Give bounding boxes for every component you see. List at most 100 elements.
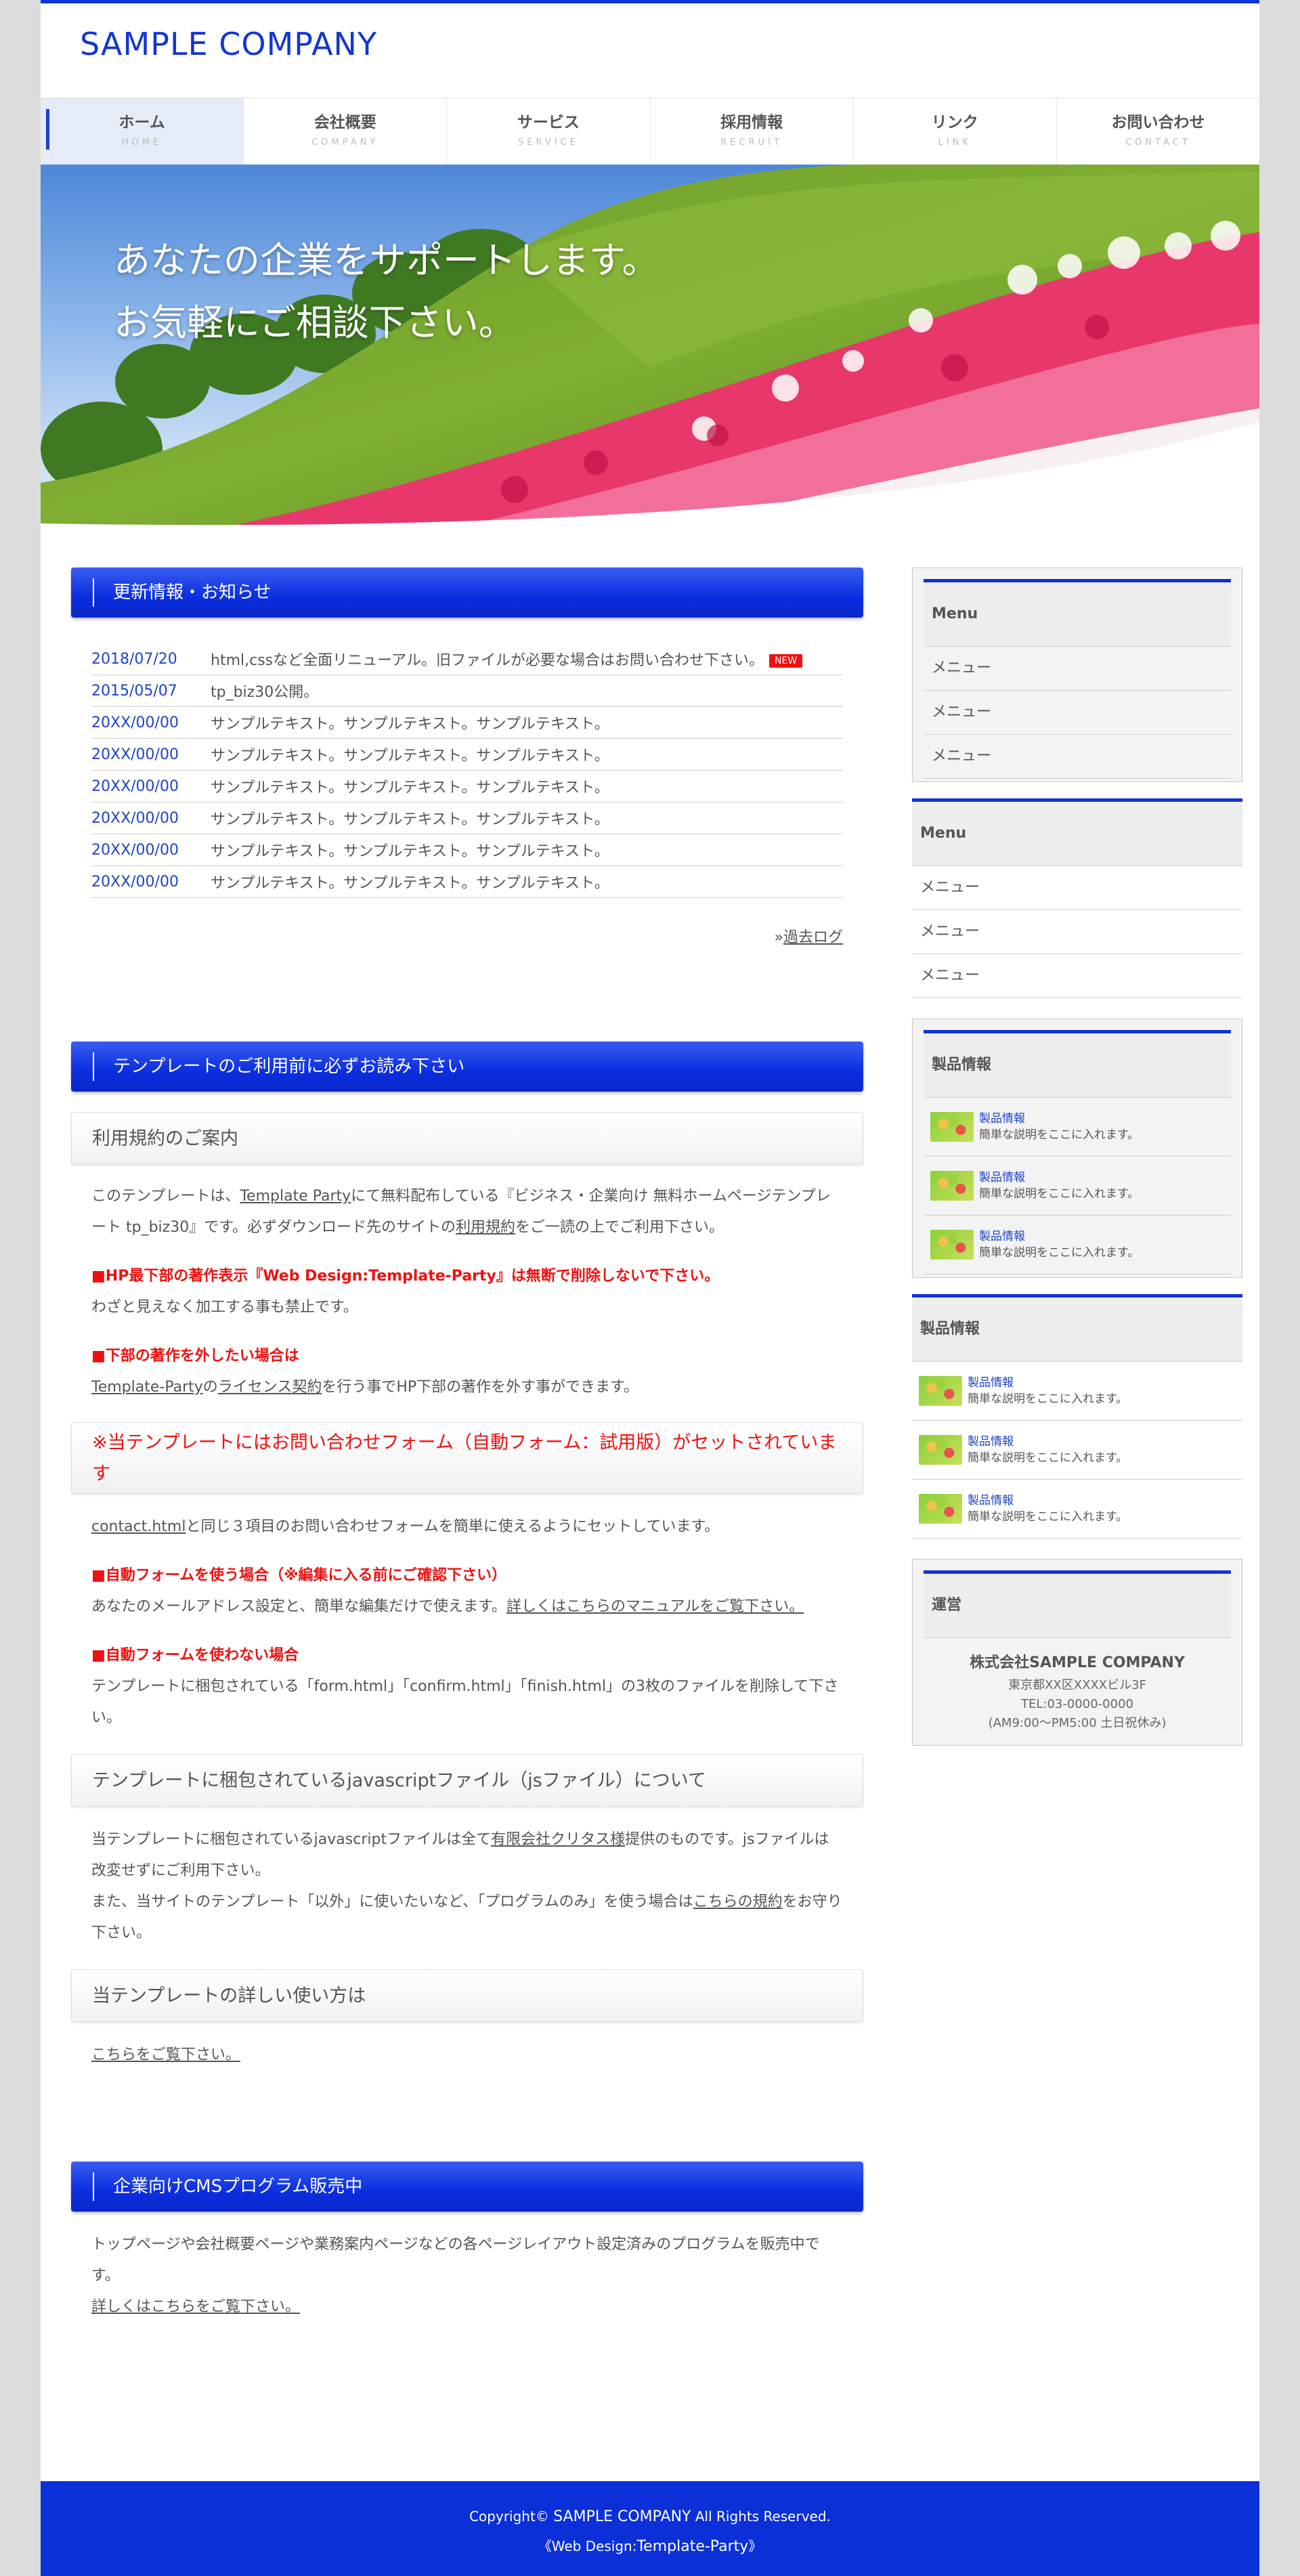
nav-label: サービス (517, 114, 580, 131)
new-badge: NEW (769, 654, 803, 668)
product-desc: 簡単な説明をここに入れます。 (979, 1128, 1140, 1142)
news-date: 20XX/00/00 (91, 841, 179, 859)
sidebar-company-box: 運営 株式会社SAMPLE COMPANY 東京都XX区XXXXビル3F TEL… (912, 1559, 1242, 1746)
product-name[interactable]: 製品情報 (979, 1228, 1139, 1245)
sidebar-menu-item[interactable]: メニュー (912, 866, 1242, 910)
sidebar-menu-item[interactable]: メニュー (924, 735, 1231, 779)
news-item: 20XX/00/00 サンプルテキスト。サンプルテキスト。サンプルテキスト。 (91, 739, 843, 771)
footer-company-link[interactable]: SAMPLE COMPANY (553, 2508, 691, 2525)
sidebar: Menu メニュー メニュー メニュー Menu メニュー メニュー メニュー … (912, 567, 1242, 1762)
program-terms-link[interactable]: こちらの規約 (693, 1893, 783, 1910)
product-name[interactable]: 製品情報 (979, 1169, 1139, 1186)
archive-prefix: » (774, 929, 783, 946)
product-item[interactable]: 製品情報 簡単な説明をここに入れます。 (912, 1421, 1242, 1480)
sidebar-menu-plain: Menu メニュー メニュー メニュー (912, 798, 1242, 998)
sidebar-menu-title: Menu (912, 798, 1242, 866)
product-name[interactable]: 製品情報 (968, 1375, 1127, 1391)
product-name[interactable]: 製品情報 (979, 1111, 1139, 1127)
product-item[interactable]: 製品情報 簡単な説明をここに入れます。 (924, 1157, 1231, 1216)
product-thumbnail (919, 1494, 962, 1524)
product-desc: 簡単な説明をここに入れます。 (979, 1187, 1140, 1201)
news-date: 20XX/00/00 (91, 746, 179, 763)
contact-html-link[interactable]: contact.html (91, 1518, 186, 1535)
nav-recruit[interactable]: 採用情報 RECRUIT (651, 98, 854, 165)
terms-link[interactable]: 利用規約 (456, 1219, 515, 1236)
product-name[interactable]: 製品情報 (968, 1493, 1127, 1509)
js-paragraph: 当テンプレートに梱包されているjavascriptファイルは全て有限会社クリタス… (71, 1824, 863, 1949)
product-item[interactable]: 製品情報 簡単な説明をここに入れます。 (912, 1362, 1242, 1421)
sidebar-products-title: 製品情報 (912, 1294, 1242, 1362)
sidebar-products-box: 製品情報 製品情報 簡単な説明をここに入れます。 製品情報 簡単な説明をここに入れま… (912, 1018, 1242, 1278)
news-date: 2018/07/20 (91, 650, 177, 668)
sidebar-menu-box: Menu メニュー メニュー メニュー (912, 567, 1242, 782)
product-name[interactable]: 製品情報 (968, 1434, 1127, 1450)
sidebar-menu-title: Menu (924, 579, 1231, 647)
archive-link-row: »過去ログ (71, 925, 863, 947)
nav-link[interactable]: リンク LINK (854, 98, 1057, 165)
text: あなたのメールアドレス設定と、簡単な編集だけで使えます。 (91, 1598, 506, 1615)
nav-service[interactable]: サービス SERVICE (447, 98, 651, 165)
autoform-nouse-heading: ■自動フォームを使わない場合 (91, 1647, 299, 1664)
template-party-link[interactable]: Template Party (240, 1188, 351, 1205)
news-item: 2018/07/20 html,cssなど全面リニューアル。旧ファイルが必要な場… (91, 643, 843, 675)
product-thumbnail (930, 1230, 974, 1260)
news-item: 20XX/00/00 サンプルテキスト。サンプルテキスト。サンプルテキスト。 (91, 802, 843, 834)
page-container: SAMPLE COMPANY ホーム HOME 会社概要 COMPANY サービ… (41, 0, 1259, 2576)
company-info: 株式会社SAMPLE COMPANY 東京都XX区XXXXビル3F TEL:03… (924, 1638, 1231, 1742)
hero-banner: あなたの企業をサポートします。 お気軽にご相談下さい。 (41, 165, 1259, 530)
terms-subheading: 利用規約のご案内 (71, 1112, 863, 1165)
product-text: 製品情報 簡単な説明をここに入れます。 (968, 1493, 1127, 1525)
text: トップページや会社概要ページや業務案内ページなどの各ページレイアウト設定済みのプ… (91, 2236, 820, 2284)
nav-home[interactable]: ホーム HOME (41, 98, 244, 165)
delete-files-paragraph: テンプレートに梱包されている「form.html」「confirm.html」「… (91, 1678, 839, 1726)
company-address: 東京都XX区XXXXビル3F (1008, 1678, 1146, 1692)
product-text: 製品情報 簡単な説明をここに入れます。 (968, 1375, 1127, 1407)
sidebar-menu-item[interactable]: メニュー (924, 647, 1231, 691)
product-item[interactable]: 製品情報 簡単な説明をここに入れます。 (912, 1480, 1242, 1539)
main-navigation: ホーム HOME 会社概要 COMPANY サービス SERVICE 採用情報 … (41, 98, 1259, 165)
usage-paragraph: こちらをご覧下さい。 (71, 2040, 863, 2071)
text: 》 (748, 2538, 762, 2554)
form-paragraph: contact.htmlと同じ３項目のお問い合わせフォームを簡単に使えるようにセ… (71, 1511, 863, 1543)
news-item: 20XX/00/00 サンプルテキスト。サンプルテキスト。サンプルテキスト。 (91, 866, 843, 898)
product-desc: 簡単な説明をここに入れます。 (968, 1510, 1128, 1524)
sidebar-menu-item[interactable]: メニュー (912, 910, 1242, 954)
news-item: 20XX/00/00 サンプルテキスト。サンプルテキスト。サンプルテキスト。 (91, 834, 843, 866)
cms-details-link[interactable]: 詳しくはこちらをご覧下さい。 (91, 2298, 300, 2315)
nav-contact[interactable]: お問い合わせ CONTACT (1057, 98, 1259, 165)
sidebar-menu-item[interactable]: メニュー (924, 691, 1231, 735)
text: 当テンプレートに梱包されているjavascriptファイルは全て (91, 1831, 492, 1848)
kuritas-link[interactable]: 有限会社クリタス様 (491, 1831, 625, 1848)
news-item: 20XX/00/00 サンプルテキスト。サンプルテキスト。サンプルテキスト。 (91, 707, 843, 739)
product-text: 製品情報 簡単な説明をここに入れます。 (979, 1228, 1139, 1261)
news-text: tp_biz30公開。 (211, 684, 319, 701)
nav-label: 採用情報 (720, 114, 783, 131)
product-item[interactable]: 製品情報 簡単な説明をここに入れます。 (924, 1216, 1231, 1274)
template-party-link[interactable]: Template-Party (91, 1379, 203, 1396)
sidebar-menu-item[interactable]: メニュー (912, 954, 1242, 998)
product-desc: 簡単な説明をここに入れます。 (968, 1392, 1128, 1406)
news-date: 20XX/00/00 (91, 873, 179, 890)
nav-company[interactable]: 会社概要 COMPANY (244, 98, 448, 165)
hero-catchphrase: あなたの企業をサポートします。 お気軽にご相談下さい。 (114, 230, 659, 354)
footer-design-credit: 《Web Design:Template-Party》 (41, 2535, 1259, 2555)
news-item: 20XX/00/00 サンプルテキスト。サンプルテキスト。サンプルテキスト。 (91, 771, 843, 802)
nav-sublabel: CONTACT (1125, 137, 1191, 148)
archive-link[interactable]: 過去ログ (783, 929, 843, 946)
hero-line-1: あなたの企業をサポートします。 (114, 239, 659, 282)
license-link[interactable]: ライセンス契約 (218, 1379, 322, 1396)
news-date: 20XX/00/00 (91, 809, 179, 827)
news-date: 20XX/00/00 (91, 714, 179, 731)
nav-sublabel: HOME (121, 137, 162, 148)
template-party-credit-link[interactable]: Template-Party (636, 2538, 748, 2555)
copyright-note: わざと見えなく加工する事も禁止です。 (91, 1299, 358, 1316)
text: をご一読の上でご利用下さい。 (515, 1219, 724, 1236)
usage-link[interactable]: こちらをご覧下さい。 (91, 2046, 240, 2063)
site-logo[interactable]: SAMPLE COMPANY (80, 26, 377, 62)
news-item: 2015/05/07 tp_biz30公開。 (91, 675, 843, 707)
product-item[interactable]: 製品情報 簡単な説明をここに入れます。 (924, 1098, 1231, 1157)
news-text: サンプルテキスト。サンプルテキスト。サンプルテキスト。 (211, 875, 609, 892)
cms-paragraph: トップページや会社概要ページや業務案内ページなどの各ページレイアウト設定済みのプ… (71, 2229, 863, 2323)
hero-line-2: お気軽にご相談下さい。 (114, 301, 515, 344)
manual-link[interactable]: 詳しくはこちらのマニュアルをご覧下さい。 (506, 1598, 804, 1615)
